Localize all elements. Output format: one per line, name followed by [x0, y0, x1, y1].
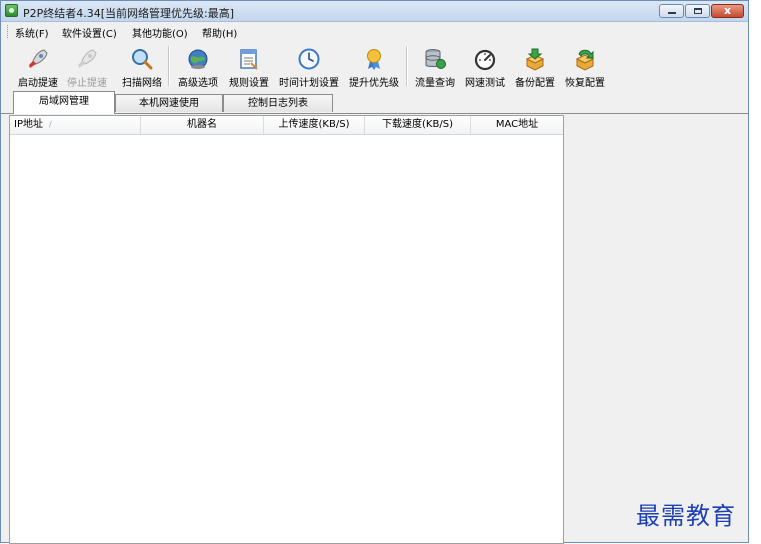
tool-label: 备份配置 — [515, 78, 555, 89]
column-header-ip[interactable]: IP地址 / — [10, 116, 141, 134]
menu-software-settings[interactable]: 软件设置(C) — [62, 25, 117, 40]
scan-network-button[interactable]: 扫描网络 — [118, 42, 166, 90]
tab-control-log-list[interactable]: 控制日志列表 — [223, 94, 333, 112]
tool-label: 启动提速 — [18, 78, 58, 89]
traffic-query-button[interactable]: 流量查询 — [411, 42, 459, 90]
toolbar-separator — [168, 46, 170, 86]
host-list-table[interactable]: IP地址 / 机器名 上传速度(KB/S) 下载速度(KB/S) MAC地址 — [9, 115, 564, 544]
menu-system[interactable]: 系统(F) — [15, 25, 49, 40]
tool-label: 网速测试 — [465, 78, 505, 89]
close-button[interactable]: x — [711, 4, 744, 18]
tab-strip: 局域网管理 本机网速使用 控制日志列表 — [1, 91, 748, 114]
tool-label: 停止提速 — [67, 78, 107, 89]
tool-label: 规则设置 — [229, 78, 269, 89]
advanced-options-button[interactable]: 高级选项 — [174, 42, 222, 90]
stop-rocket-icon — [78, 49, 97, 68]
magnifier-icon — [132, 49, 153, 70]
stop-boost-button[interactable]: 停止提速 — [63, 42, 111, 90]
rocket-icon — [29, 49, 48, 68]
watermark-text: 最需教育 — [636, 502, 736, 530]
toolbar: 启动提速 停止提速 扫描网络 高级选项 规则设置 时间计划设置 提升优先级 流量… — [1, 42, 748, 90]
title-bar[interactable]: P2P终结者4.34[当前网络管理优先级:最高] x — [1, 1, 748, 22]
speed-test-button[interactable]: 网速测试 — [461, 42, 509, 90]
toolbar-separator — [406, 46, 408, 86]
window-title: P2P终结者4.34[当前网络管理优先级:最高] — [23, 7, 235, 20]
table-header: IP地址 / 机器名 上传速度(KB/S) 下载速度(KB/S) MAC地址 — [10, 116, 563, 135]
restore-config-button[interactable]: 恢复配置 — [561, 42, 609, 90]
restore-box-icon — [575, 49, 595, 71]
globe-gear-icon — [188, 49, 208, 69]
column-label: IP地址 — [14, 119, 43, 130]
tool-label: 时间计划设置 — [279, 78, 339, 89]
close-icon: x — [723, 4, 732, 17]
tool-label: 流量查询 — [415, 78, 455, 89]
clock-icon — [298, 48, 320, 70]
column-header-machine-name[interactable]: 机器名 — [141, 116, 264, 134]
start-boost-button[interactable]: 启动提速 — [14, 42, 62, 90]
app-window: P2P终结者4.34[当前网络管理优先级:最高] x 系统(F) 软件设置(C)… — [0, 0, 749, 544]
tab-lan-management[interactable]: 局域网管理 — [13, 91, 115, 114]
menu-help[interactable]: 帮助(H) — [202, 25, 237, 40]
speedometer-icon — [474, 49, 496, 71]
column-header-download-speed[interactable]: 下载速度(KB/S) — [365, 116, 471, 134]
database-icon — [425, 49, 446, 69]
column-header-mac[interactable]: MAC地址 — [471, 116, 563, 134]
tab-local-speed-usage[interactable]: 本机网速使用 — [115, 94, 223, 112]
backup-config-button[interactable]: 备份配置 — [511, 42, 559, 90]
tool-label: 恢复配置 — [565, 78, 605, 89]
app-logo-icon — [5, 4, 18, 17]
raise-priority-button[interactable]: 提升优先级 — [345, 42, 403, 90]
sort-arrow-icon: / — [48, 120, 52, 129]
tool-label: 高级选项 — [178, 78, 218, 89]
tool-label: 提升优先级 — [349, 78, 399, 89]
rules-document-icon — [240, 49, 258, 70]
maximize-button[interactable] — [685, 4, 710, 18]
priority-medal-icon — [367, 49, 381, 70]
backup-box-icon — [525, 48, 545, 71]
menu-other-functions[interactable]: 其他功能(O) — [132, 25, 188, 40]
minimize-button[interactable] — [659, 4, 684, 18]
menu-bar: 系统(F) 软件设置(C) 其他功能(O) 帮助(H) — [1, 22, 748, 41]
menu-grip — [7, 25, 10, 38]
rules-settings-button[interactable]: 规则设置 — [225, 42, 273, 90]
column-header-upload-speed[interactable]: 上传速度(KB/S) — [264, 116, 365, 134]
schedule-settings-button[interactable]: 时间计划设置 — [276, 42, 342, 90]
tool-label: 扫描网络 — [122, 78, 162, 89]
